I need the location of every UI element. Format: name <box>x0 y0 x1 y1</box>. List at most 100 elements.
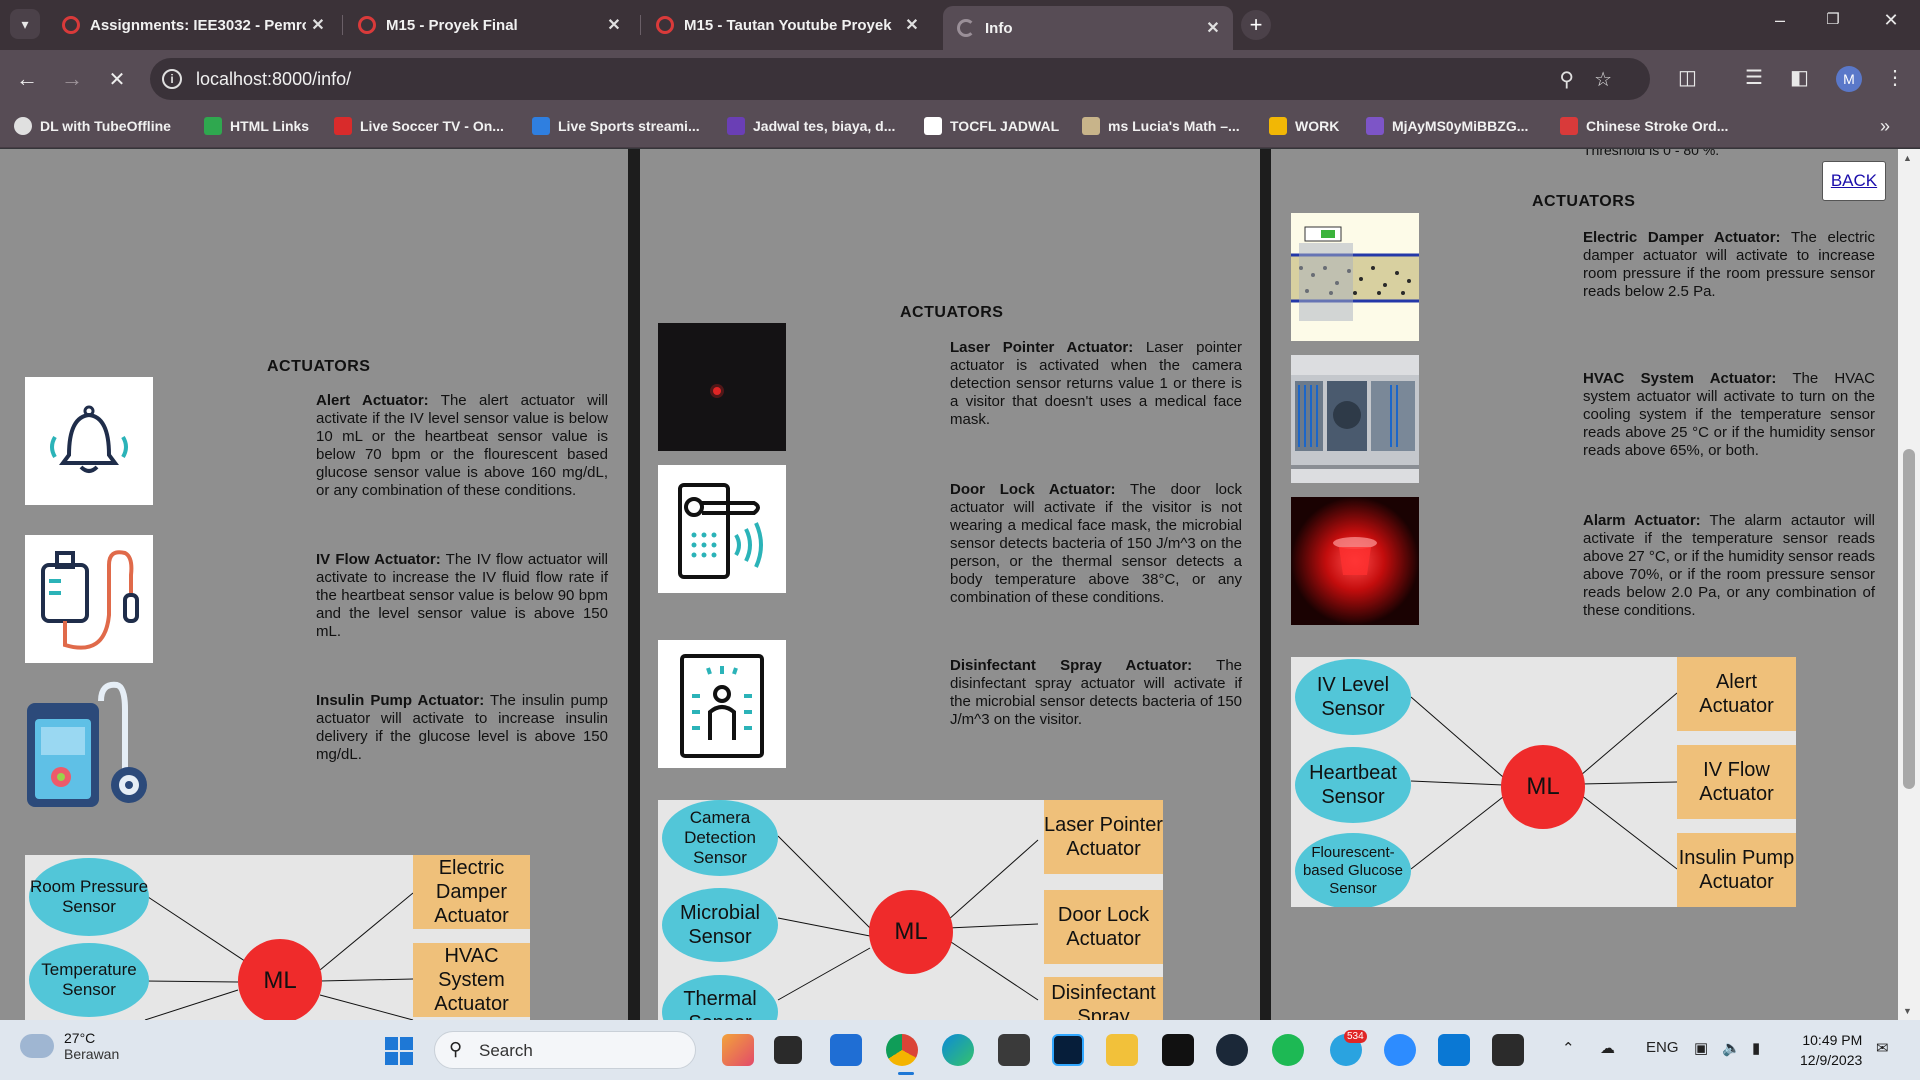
volume-icon[interactable]: 🔈 <box>1722 1039 1741 1057</box>
sensor-node: IV Level Sensor <box>1295 659 1411 735</box>
minimize-icon[interactable]: – <box>1760 10 1800 31</box>
windows-start-icon[interactable] <box>385 1037 413 1065</box>
steam-icon[interactable] <box>1216 1034 1248 1066</box>
tab-assignments[interactable]: Assignments: IEE3032 - Pemro ✕ <box>48 8 338 42</box>
restore-icon[interactable]: ❐ <box>1813 10 1853 28</box>
bookmark-favicon-icon <box>924 117 942 135</box>
tab-search-button[interactable]: ▾ <box>10 9 40 39</box>
forward-arrow-icon[interactable]: → <box>57 64 87 94</box>
tab-info[interactable]: Info ✕ <box>943 6 1233 50</box>
ml-node: ML <box>1501 745 1585 829</box>
bookmarks-bar: DL with TubeOffline HTML Links Live Socc… <box>0 108 1920 148</box>
edge-icon[interactable] <box>942 1034 974 1066</box>
tab-title: M15 - Proyek Final <box>386 16 518 34</box>
close-window-icon[interactable]: ✕ <box>1871 10 1911 31</box>
extensions-icon[interactable]: ◫ <box>1678 65 1697 90</box>
search-icon: ⚲ <box>449 1039 463 1059</box>
section-title: ACTUATORS <box>900 304 1004 321</box>
more-bookmarks-icon[interactable]: » <box>1880 116 1890 137</box>
notification-bell-icon[interactable]: ✉ <box>1876 1039 1889 1057</box>
ml-node: ML <box>238 939 322 1020</box>
profile-avatar[interactable]: M <box>1836 66 1862 92</box>
bookmark-item[interactable]: Live Soccer TV - On... <box>334 117 504 135</box>
back-button[interactable]: BACK <box>1822 161 1886 201</box>
bookmark-item[interactable]: Chinese Stroke Ord... <box>1560 117 1728 135</box>
weather-widget[interactable]: 27°C Berawan <box>20 1030 119 1062</box>
scroll-up-icon[interactable]: ▲ <box>1903 153 1912 163</box>
bookmark-item[interactable]: Live Sports streami... <box>532 117 700 135</box>
weather-temperature: 27°C <box>64 1030 96 1046</box>
new-tab-button[interactable]: + <box>1241 10 1271 40</box>
spotify-icon[interactable] <box>1272 1034 1304 1066</box>
side-panel-icon[interactable]: ◧ <box>1790 65 1809 90</box>
url-text[interactable]: localhost:8000/info/ <box>196 69 351 90</box>
vscode-icon[interactable] <box>1438 1034 1470 1066</box>
sensor-node: Temperature Sensor <box>29 943 149 1017</box>
bookmark-favicon-icon <box>1269 117 1287 135</box>
chevron-up-icon[interactable]: ⌃ <box>1562 1039 1575 1057</box>
actuator-node: Disinfectant Spray Actuator <box>1044 977 1163 1020</box>
sensor-node: Microbial Sensor <box>662 888 778 962</box>
back-arrow-icon[interactable]: ← <box>12 64 42 94</box>
close-tab-icon[interactable]: ✕ <box>1201 18 1225 38</box>
close-tab-icon[interactable]: ✕ <box>900 15 924 35</box>
bookmark-star-icon[interactable]: ☆ <box>1594 69 1632 91</box>
bookmark-item[interactable]: MjAyMS0yMiBBZG... <box>1366 117 1528 135</box>
taskbar-search[interactable]: ⚲ Search <box>434 1031 696 1069</box>
language-indicator[interactable]: ENG <box>1646 1039 1679 1056</box>
bookmark-item[interactable]: ms Lucia's Math –... <box>1082 117 1240 135</box>
close-tab-icon[interactable]: ✕ <box>306 15 330 35</box>
loading-spinner-icon <box>957 19 975 37</box>
network-icon[interactable]: ▣ <box>1694 1039 1708 1057</box>
weather-description: Berawan <box>64 1046 120 1062</box>
task-view-icon[interactable] <box>774 1036 802 1064</box>
panel-visitor-actuators: ACTUATORS Laser Pointer Actuator: Laser … <box>640 149 1260 1020</box>
red-alarm-icon <box>1291 497 1419 625</box>
bookmark-favicon-icon <box>1560 117 1578 135</box>
zoom-icon[interactable]: ⚲ <box>1559 69 1594 91</box>
site-favicon-icon <box>656 16 674 34</box>
address-bar[interactable]: i localhost:8000/info/ ⚲☆ <box>150 58 1650 100</box>
page-content: ACTUATORS Alert Actuator: The alert actu… <box>0 149 1920 1020</box>
media-control-icon[interactable]: ☰ <box>1745 65 1763 90</box>
netflix-icon[interactable] <box>1162 1034 1194 1066</box>
stop-loading-icon[interactable]: ✕ <box>102 64 132 94</box>
threshold-note: Threshold is 0 - 80 %. <box>1583 149 1720 158</box>
actuator-node: Electric Damper Actuator <box>413 855 530 929</box>
onedrive-icon[interactable]: ☁ <box>1600 1039 1615 1057</box>
bookmark-item[interactable]: Jadwal tes, biaya, d... <box>727 117 895 135</box>
bookmark-item[interactable]: WORK <box>1269 117 1339 135</box>
electric-damper-actuator-description: Electric Damper Actuator: The electric d… <box>1583 229 1875 300</box>
scroll-down-icon[interactable]: ▼ <box>1903 1006 1912 1016</box>
tab-title: M15 - Tautan Youtube Proyek <box>684 16 892 34</box>
scrollbar-thumb[interactable] <box>1903 449 1915 789</box>
file-explorer-icon[interactable] <box>1106 1034 1138 1066</box>
close-tab-icon[interactable]: ✕ <box>602 15 626 35</box>
hvac-unit-icon <box>1291 355 1419 483</box>
site-info-icon[interactable]: i <box>162 69 182 89</box>
disinfectant-booth-icon <box>658 640 786 768</box>
zoom-icon[interactable] <box>1384 1034 1416 1066</box>
terminal-icon[interactable] <box>1492 1034 1524 1066</box>
door-lock-icon <box>658 465 786 593</box>
disinfectant-spray-actuator-description: Disinfectant Spray Actuator: The disinfe… <box>950 657 1243 728</box>
chrome-icon[interactable] <box>886 1034 918 1066</box>
bookmark-item[interactable]: DL with TubeOffline <box>14 117 171 135</box>
office-icon[interactable] <box>722 1034 754 1066</box>
page-scrollbar[interactable]: ▲ ▼ <box>1898 149 1920 1020</box>
tab-proyek-final[interactable]: M15 - Proyek Final ✕ <box>344 8 634 42</box>
sensor-node: Room Pressure Sensor <box>29 858 149 936</box>
taskbar-clock[interactable]: 10:49 PM 12/9/2023 <box>1800 1030 1862 1070</box>
photoshop-icon[interactable] <box>1052 1034 1084 1066</box>
bookmark-item[interactable]: TOCFL JADWAL <box>924 117 1059 135</box>
windows-taskbar: 27°C Berawan ⚲ Search 534 ⌃ ☁ ENG ▣ 🔈 ▮ … <box>0 1020 1920 1080</box>
menu-kebab-icon[interactable]: ⋮ <box>1885 65 1905 90</box>
unity-icon[interactable] <box>998 1034 1030 1066</box>
clock-time: 10:49 PM <box>1802 1032 1863 1048</box>
tab-youtube-proyek[interactable]: M15 - Tautan Youtube Proyek ✕ <box>642 8 932 42</box>
bell-icon <box>25 377 153 505</box>
mail-icon[interactable] <box>830 1034 862 1066</box>
tab-title: Info <box>985 19 1013 37</box>
battery-icon[interactable]: ▮ <box>1752 1039 1760 1057</box>
bookmark-item[interactable]: HTML Links <box>204 117 309 135</box>
